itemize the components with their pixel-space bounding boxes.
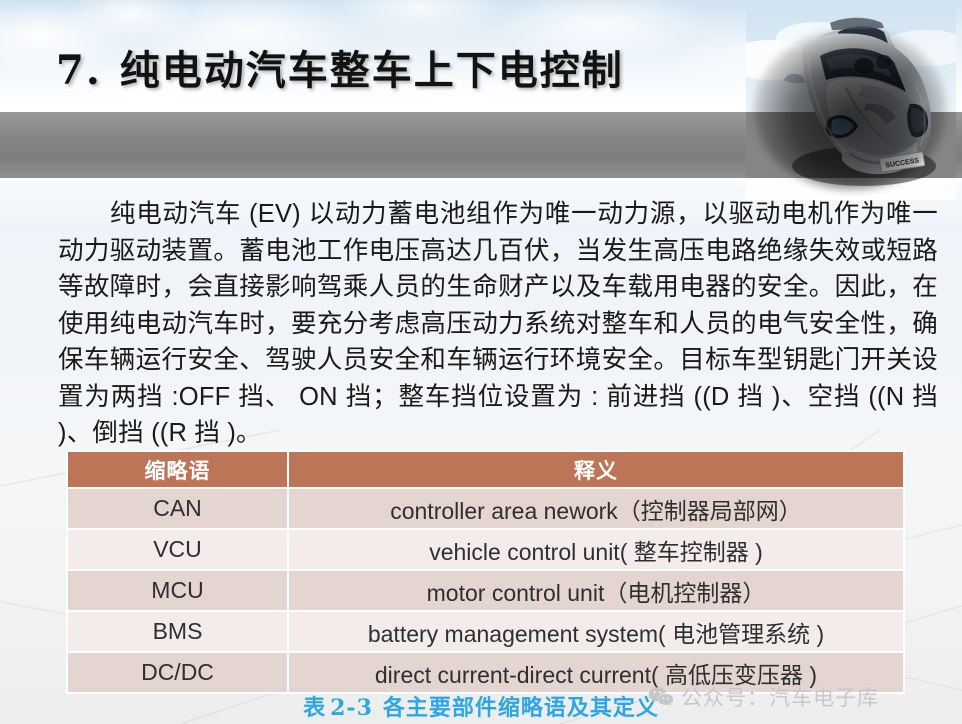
table-cell-abbr: DC/DC bbox=[66, 651, 289, 694]
watermark-text: 公众号：汽车电子库 bbox=[681, 687, 879, 710]
table-cell-meaning: vehicle control unit( 整车控制器 ) bbox=[287, 528, 905, 571]
table-header-row: 缩略语 释义 bbox=[66, 450, 905, 489]
watermark: 公众号：汽车电子库 bbox=[648, 682, 879, 712]
slide-canvas: SUCCESS 7. 纯电动汽车整车上下电控制 纯电动汽车 (EV) 以动力蓄电池… bbox=[0, 0, 962, 724]
slide-title-text: 纯电动汽车整车上下电控制 bbox=[119, 47, 624, 94]
caption-number: 2-3 bbox=[330, 695, 373, 721]
table-cell-meaning: battery management system( 电池管理系统 ) bbox=[287, 610, 905, 653]
table-header: 缩略语 释义 bbox=[66, 450, 905, 489]
table-cell-abbr: CAN bbox=[66, 487, 289, 530]
table-row: MCU motor control unit（电机控制器） bbox=[66, 569, 905, 612]
table-header-meaning: 释义 bbox=[287, 450, 905, 489]
body-paragraph: 纯电动汽车 (EV) 以动力蓄电池组作为唯一动力源，以驱动电机作为唯一动力驱动装… bbox=[58, 200, 938, 447]
table-cell-meaning: controller area nework（控制器局部网） bbox=[287, 487, 905, 530]
table-header-abbr: 缩略语 bbox=[66, 450, 289, 489]
car-photo-shadow bbox=[754, 30, 946, 190]
table-row: VCU vehicle control unit( 整车控制器 ) bbox=[66, 528, 905, 571]
table-cell-abbr: BMS bbox=[66, 610, 289, 653]
abbreviation-table: 缩略语 释义 CAN controller area nework（控制器局部网… bbox=[66, 450, 905, 694]
table-cell-abbr: VCU bbox=[66, 528, 289, 571]
wechat-icon bbox=[648, 687, 674, 706]
caption-text: 各主要部件缩略语及其定义 bbox=[382, 695, 659, 721]
car-photo: SUCCESS bbox=[746, 8, 956, 200]
table-row: CAN controller area nework（控制器局部网） bbox=[66, 487, 905, 530]
slide-title-number: 7. bbox=[56, 47, 102, 94]
table-cell-meaning: motor control unit（电机控制器） bbox=[287, 569, 905, 612]
slide-title: 7. 纯电动汽车整车上下电控制 bbox=[56, 42, 624, 100]
table-row: BMS battery management system( 电池管理系统 ) bbox=[66, 610, 905, 653]
table-body: CAN controller area nework（控制器局部网） VCU v… bbox=[66, 487, 905, 694]
caption-prefix: 表 bbox=[303, 695, 327, 721]
table-cell-abbr: MCU bbox=[66, 569, 289, 612]
